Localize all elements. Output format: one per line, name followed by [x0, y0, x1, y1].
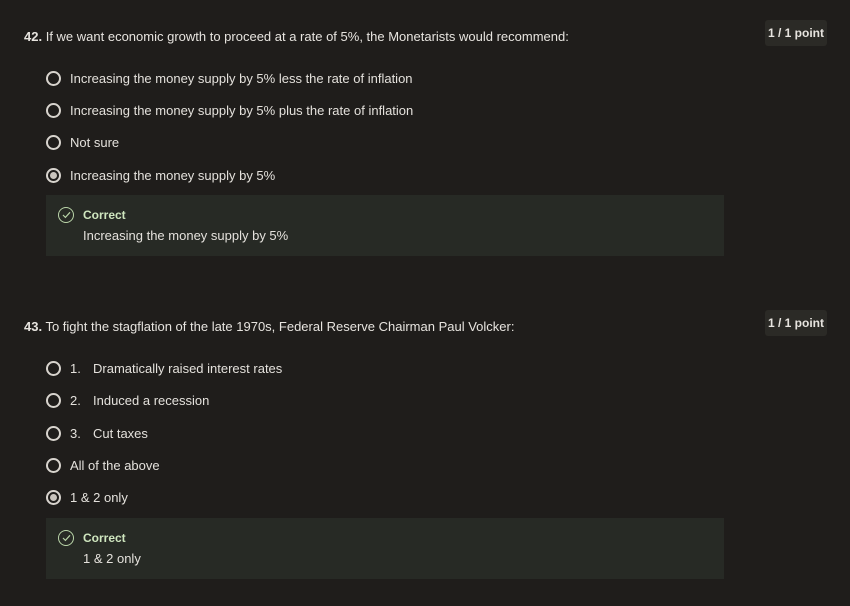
radio-button[interactable] — [46, 360, 61, 376]
question-text: To fight the stagflation of the late 197… — [45, 319, 515, 334]
radio-button[interactable] — [46, 392, 61, 408]
option-label: Cut taxes — [93, 425, 148, 441]
option-radio-selected[interactable]: 1 & 2 only — [46, 487, 128, 507]
radio-button[interactable] — [46, 134, 61, 150]
option-label: Increasing the money supply by 5% less t… — [70, 70, 413, 86]
option-radio[interactable]: All of the above — [46, 455, 160, 475]
feedback-box: Correct 1 & 2 only — [46, 518, 724, 579]
radio-button[interactable] — [46, 457, 61, 473]
option-label: All of the above — [70, 457, 160, 473]
option-number: 3. — [70, 425, 81, 441]
option-number: 2. — [70, 392, 81, 408]
option-label: Dramatically raised interest rates — [93, 360, 283, 376]
option-number: 1. — [70, 360, 81, 376]
option-radio-selected[interactable]: Increasing the money supply by 5% — [46, 165, 275, 185]
radio-button[interactable] — [46, 102, 61, 118]
option-label: Increasing the money supply by 5% plus t… — [70, 102, 414, 118]
option-label: 1 & 2 only — [70, 489, 128, 505]
radio-button[interactable] — [46, 70, 61, 86]
question-title: 42. If we want economic growth to procee… — [24, 29, 569, 44]
points-badge: 1 / 1 point — [765, 20, 827, 46]
option-radio[interactable]: Increasing the money supply by 5% plus t… — [46, 100, 413, 120]
option-radio[interactable]: Increasing the money supply by 5% less t… — [46, 68, 413, 88]
radio-dot-icon — [50, 171, 57, 179]
feedback-status: Correct — [83, 531, 126, 545]
feedback-box: Correct Increasing the money supply by 5… — [46, 195, 724, 256]
feedback-status: Correct — [83, 208, 126, 222]
feedback-answer: Increasing the money supply by 5% — [83, 228, 289, 243]
points-badge: 1 / 1 point — [765, 310, 827, 336]
option-radio[interactable]: Not sure — [46, 132, 119, 152]
option-radio[interactable]: 1. Dramatically raised interest rates — [46, 358, 282, 378]
option-radio[interactable]: 3. Cut taxes — [46, 423, 148, 443]
feedback-answer: 1 & 2 only — [83, 551, 141, 566]
option-label: Induced a recession — [93, 392, 210, 408]
question-title: 43. To fight the stagflation of the late… — [24, 319, 514, 334]
radio-button-selected[interactable] — [46, 489, 61, 505]
option-radio[interactable]: 2. Induced a recession — [46, 390, 209, 410]
question-number: 43. — [24, 319, 43, 334]
check-circle-icon — [58, 207, 74, 223]
check-circle-icon — [58, 530, 74, 546]
question-number: 42. — [24, 29, 43, 44]
option-label: Increasing the money supply by 5% — [70, 167, 276, 183]
option-label: Not sure — [70, 134, 120, 150]
radio-dot-icon — [50, 493, 57, 501]
radio-button[interactable] — [46, 425, 61, 441]
radio-button-selected[interactable] — [46, 167, 61, 183]
question-text: If we want economic growth to proceed at… — [45, 29, 569, 44]
